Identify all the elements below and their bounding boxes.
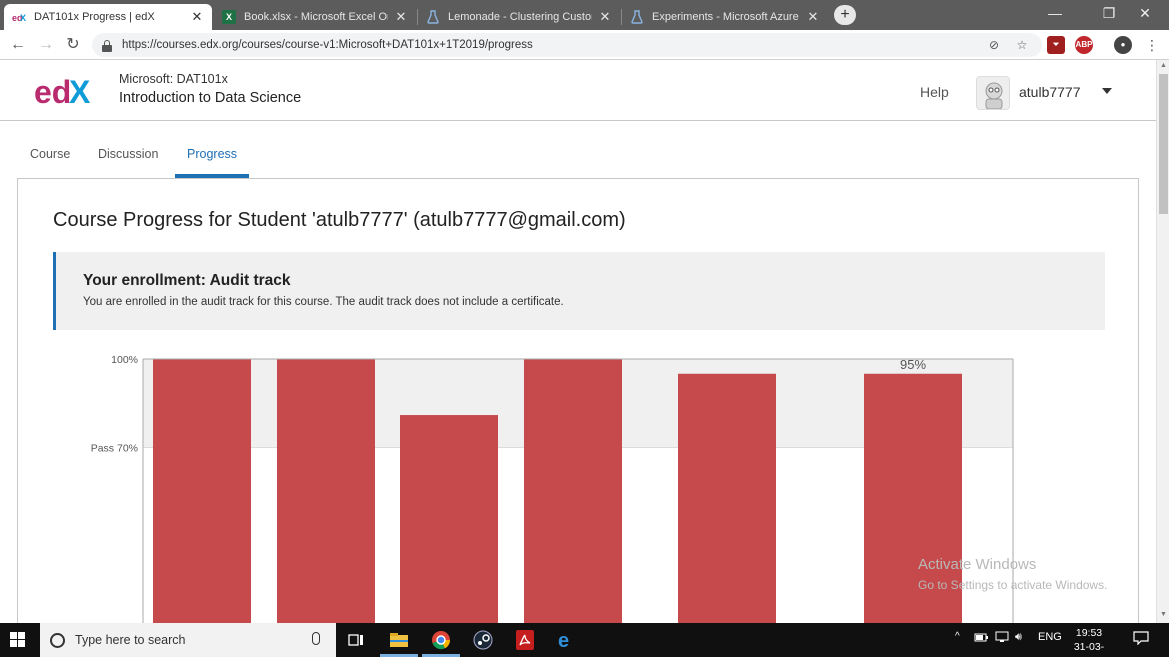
enrollment-notice: Your enrollment: Audit track You are enr…: [53, 252, 1105, 330]
tab-course[interactable]: Course: [30, 147, 70, 161]
tab-title: Book.xlsx - Microsoft Excel Online: [244, 11, 388, 23]
grade-bar: [678, 373, 776, 629]
microphone-icon[interactable]: [312, 632, 320, 645]
volume-icon[interactable]: 🔊︎: [1015, 631, 1022, 644]
svg-text:X: X: [20, 13, 26, 22]
notification-icon[interactable]: [1133, 631, 1149, 648]
language-indicator[interactable]: ENG: [1038, 631, 1062, 643]
network-icon[interactable]: [995, 631, 1009, 646]
course-title: Introduction to Data Science: [119, 90, 302, 106]
close-icon[interactable]: ✕: [190, 9, 204, 25]
show-hidden-icons[interactable]: ^: [955, 631, 960, 642]
activate-windows-watermark: Activate Windows: [918, 556, 1037, 573]
tab-title: Lemonade - Clustering Customers: [448, 11, 592, 23]
tab-azure-ml[interactable]: Experiments - Microsoft Azure Machine Le…: [622, 4, 828, 30]
scroll-down-icon[interactable]: ▼: [1157, 609, 1169, 621]
clock-date: 31-03-2019: [1073, 641, 1105, 667]
windows-start-icon[interactable]: [10, 632, 26, 648]
close-icon[interactable]: ✕: [598, 9, 612, 25]
menu-dots-icon[interactable]: ⋮: [1142, 35, 1162, 55]
window-close-button[interactable]: ✕: [1122, 0, 1168, 26]
close-icon[interactable]: ✕: [394, 9, 408, 25]
reload-icon[interactable]: ↻: [63, 35, 83, 55]
course-nav: Course Discussion Progress: [0, 121, 1156, 178]
windows-taskbar: Type here to search e ^ 🔊︎ ENG 19:53 31-…: [0, 623, 1169, 667]
grade-bar: [524, 359, 622, 629]
lock-icon: [102, 39, 112, 52]
tab-edx-progress[interactable]: ed X DAT101x Progress | edX ✕: [4, 4, 212, 30]
scroll-thumb[interactable]: [1159, 74, 1168, 214]
clock-time: 19:53: [1075, 627, 1103, 639]
page-title: Course Progress for Student 'atulb7777' …: [53, 209, 626, 231]
battery-icon[interactable]: [974, 631, 988, 646]
username[interactable]: atulb7777: [1019, 84, 1081, 100]
course-org: Microsoft: DAT101x: [119, 72, 228, 86]
svg-text:e: e: [558, 630, 569, 650]
taskbar-clock[interactable]: 19:53 31-03-2019: [1064, 626, 1114, 668]
help-link[interactable]: Help: [920, 84, 949, 100]
bookmark-star-icon[interactable]: ☆: [1014, 37, 1030, 53]
task-view-icon[interactable]: [343, 628, 369, 652]
profile-avatar-icon[interactable]: ●: [1114, 36, 1132, 54]
new-tab-button[interactable]: +: [834, 5, 856, 25]
forward-arrow-icon[interactable]: →: [36, 35, 56, 55]
edge-icon[interactable]: e: [554, 628, 580, 652]
chevron-down-icon[interactable]: [1102, 88, 1112, 94]
cortana-icon: [50, 632, 65, 648]
tab-lemonade[interactable]: Lemonade - Clustering Customers ✕: [418, 4, 620, 30]
file-explorer-icon[interactable]: [386, 628, 412, 652]
excel-icon: X: [222, 10, 236, 24]
blocked-popup-icon[interactable]: ⊘: [986, 37, 1002, 53]
tab-progress[interactable]: Progress: [187, 147, 237, 161]
flask-icon: [630, 10, 644, 24]
steam-icon[interactable]: [470, 628, 496, 652]
enrollment-text: You are enrolled in the audit track for …: [83, 296, 564, 308]
svg-text:ed: ed: [34, 74, 71, 109]
edx-favicon: ed X: [12, 10, 26, 24]
y-tick-label: Pass 70%: [91, 443, 138, 455]
url-text: https://courses.edx.org/courses/course-v…: [122, 39, 533, 51]
search-placeholder: Type here to search: [75, 633, 186, 647]
page-scrollbar[interactable]: ▲ ▼: [1156, 60, 1169, 623]
scroll-up-icon[interactable]: ▲: [1157, 60, 1169, 72]
tab-discussion[interactable]: Discussion: [98, 147, 158, 161]
chrome-icon[interactable]: [428, 628, 454, 652]
back-arrow-icon[interactable]: ←: [8, 35, 28, 55]
address-bar[interactable]: https://courses.edx.org/courses/course-v…: [92, 33, 1042, 57]
tab-excel[interactable]: X Book.xlsx - Microsoft Excel Online ✕: [214, 4, 416, 30]
browser-tab-strip: ed X DAT101x Progress | edX ✕ X Book.xlsx…: [0, 0, 1169, 30]
grade-bar: [277, 359, 375, 629]
y-tick-label: 100%: [111, 354, 138, 366]
taskbar-search-input[interactable]: Type here to search: [40, 623, 336, 657]
close-icon[interactable]: ✕: [806, 9, 820, 25]
svg-text:X: X: [69, 74, 91, 109]
tab-title: Experiments - Microsoft Azure Machine Le…: [652, 11, 800, 23]
edx-logo[interactable]: ed X: [34, 73, 104, 110]
grade-bar: [400, 415, 498, 629]
activate-windows-subtext: Go to Settings to activate Windows.: [918, 578, 1108, 592]
grade-bar: [153, 359, 251, 629]
minimize-button[interactable]: —: [1032, 0, 1078, 26]
enrollment-title: Your enrollment: Audit track: [83, 272, 291, 289]
browser-toolbar: ← → ↻ https://courses.edx.org/courses/co…: [0, 30, 1169, 60]
pdf-extension-icon[interactable]: ⏷: [1047, 36, 1065, 54]
acrobat-icon[interactable]: [512, 628, 538, 652]
tab-title: DAT101x Progress | edX: [34, 11, 155, 23]
flask-icon: [426, 10, 440, 24]
user-avatar[interactable]: [976, 76, 1010, 110]
adblock-plus-icon[interactable]: ABP: [1075, 36, 1093, 54]
site-header: ed X Microsoft: DAT101x Introduction to …: [0, 60, 1156, 121]
